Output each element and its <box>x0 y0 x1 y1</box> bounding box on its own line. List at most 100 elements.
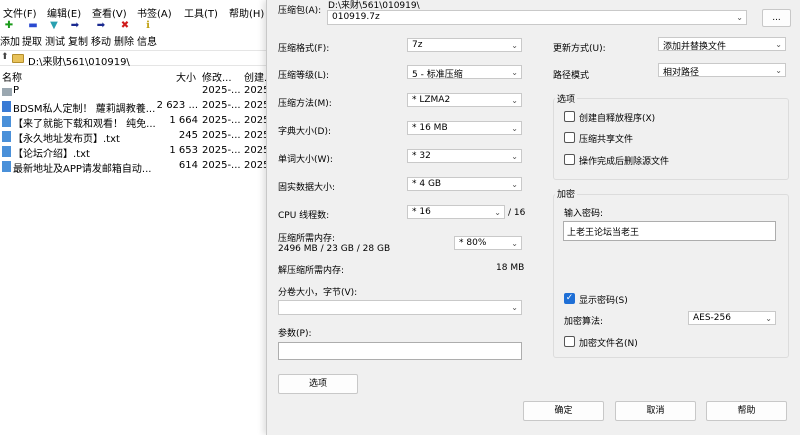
file-row[interactable]: 最新地址及APP请发邮箱自动... 614 2025-... 2025 <box>0 159 272 175</box>
password-value: 上老王论坛当老王 <box>567 228 640 238</box>
dict-label: 字典大小(D): <box>278 127 331 137</box>
cpu-total: / 16 <box>508 208 526 218</box>
options-button[interactable]: 选项 <box>278 374 358 394</box>
password-input[interactable]: 上老王论坛当老王 <box>563 221 776 241</box>
dict-select[interactable]: * 16 MB ⌄ <box>407 121 522 135</box>
test-button[interactable]: 测试 <box>45 33 65 48</box>
col-modified[interactable]: 修改... <box>202 69 232 84</box>
level-label: 压缩等级(L): <box>278 71 330 81</box>
ok-button[interactable]: 确定 <box>523 401 604 421</box>
chevron-down-icon: ⌄ <box>511 68 518 77</box>
folder-icon <box>2 88 12 96</box>
menu-file[interactable]: 文件(F) <box>3 5 37 20</box>
browse-button[interactable]: ... <box>762 9 791 27</box>
show-password-label: 显示密码(S) <box>579 296 628 306</box>
decomp-value: 18 MB <box>496 263 525 273</box>
params-input[interactable] <box>278 342 522 360</box>
file-row[interactable]: 【论坛介绍】.txt 1 653 2025-... 2025 <box>0 144 272 160</box>
chevron-down-icon: ⌄ <box>511 152 518 161</box>
file-modified: 2025-... <box>202 145 241 156</box>
menu-tools[interactable]: 工具(T) <box>184 5 218 20</box>
delete-source-checkbox[interactable] <box>564 154 575 165</box>
chevron-down-icon: ⌄ <box>511 303 518 312</box>
check-icon[interactable]: ▼ <box>49 21 59 31</box>
solid-select[interactable]: * 4 GB ⌄ <box>407 177 522 191</box>
toolbar-icons: ✚ ▬ ▼ ➡ ➡ ✖ ℹ <box>0 21 272 33</box>
mem-detail: 2496 MB / 23 GB / 28 GB <box>278 244 391 254</box>
file-row[interactable]: P 2025-... 2025 <box>0 84 272 99</box>
plus-icon[interactable]: ✚ <box>4 21 14 31</box>
path-mode-select[interactable]: 相对路径 ⌄ <box>658 63 786 78</box>
delete-x-icon[interactable]: ✖ <box>120 21 130 31</box>
copy-button[interactable]: 复制 <box>68 33 88 48</box>
menu-edit[interactable]: 编辑(E) <box>47 5 81 20</box>
file-name: 【来了就能下载和观看！ 纯免... <box>13 119 156 130</box>
move-button[interactable]: 移动 <box>91 33 111 48</box>
split-size-combo[interactable]: ⌄ <box>278 300 522 315</box>
current-path[interactable]: D:\来财\561\010919\ <box>28 53 130 68</box>
file-name: BDSM私人定制！ 蘿莉調教養... <box>13 104 156 115</box>
copy-arrow-icon[interactable]: ➡ <box>70 21 80 31</box>
menu-view[interactable]: 查看(V) <box>92 5 127 20</box>
file-name: 【论坛介绍】.txt <box>13 149 90 160</box>
shared-checkbox[interactable] <box>564 132 575 143</box>
word-select[interactable]: * 32 ⌄ <box>407 149 522 163</box>
format-select[interactable]: 7z ⌄ <box>407 38 522 52</box>
word-label: 单词大小(W): <box>278 155 333 165</box>
chevron-down-icon: ⌄ <box>765 314 772 323</box>
shared-label: 压缩共享文件 <box>579 135 634 145</box>
text-file-icon <box>2 161 11 172</box>
file-row[interactable]: 【来了就能下载和观看！ 纯免... 1 664 2025-... 2025 <box>0 114 272 130</box>
col-size[interactable]: 大小 <box>176 69 196 84</box>
show-password-checkbox[interactable]: ✓ <box>564 293 575 304</box>
file-name: P <box>13 85 20 96</box>
delete-button[interactable]: 删除 <box>114 33 134 48</box>
up-arrow-icon[interactable]: ⬆ <box>1 52 9 62</box>
sfx-checkbox[interactable] <box>564 111 575 122</box>
move-arrow-icon[interactable]: ➡ <box>96 21 106 31</box>
file-row[interactable]: 【永久地址发布页】.txt 245 2025-... 2025 <box>0 129 272 145</box>
method-label: 压缩方法(M): <box>278 99 332 109</box>
menu-help[interactable]: 帮助(H) <box>229 5 264 20</box>
file-name: 【永久地址发布页】.txt <box>13 134 120 145</box>
dict-value: * 16 MB <box>412 123 448 133</box>
minus-icon[interactable]: ▬ <box>28 21 38 31</box>
info-icon[interactable]: ℹ <box>143 21 153 31</box>
chevron-down-icon: ⌄ <box>736 13 743 22</box>
solid-value: * 4 GB <box>412 179 442 189</box>
mem-percent-select[interactable]: * 80% ⌄ <box>454 236 522 250</box>
level-value: 5 - 标准压缩 <box>412 70 463 80</box>
extract-button[interactable]: 提取 <box>22 33 42 48</box>
chevron-down-icon: ⌄ <box>511 41 518 50</box>
method-value: * LZMA2 <box>412 95 451 105</box>
file-modified: 2025-... <box>202 85 241 96</box>
file-name: 最新地址及APP请发邮箱自动... <box>13 164 152 175</box>
update-mode-select[interactable]: 添加并替换文件 ⌄ <box>658 37 786 52</box>
address-bar[interactable]: ⬆ D:\来财\561\010919\ <box>0 50 272 68</box>
cpu-select[interactable]: * 16 ⌄ <box>407 205 505 219</box>
format-value: 7z <box>412 40 423 50</box>
archive-name-combo[interactable]: 010919.7z ⌄ <box>327 10 747 25</box>
method-select[interactable]: * LZMA2 ⌄ <box>407 93 522 107</box>
password-label: 输入密码: <box>564 209 604 219</box>
info-button[interactable]: 信息 <box>137 33 157 48</box>
menu-bookmarks[interactable]: 书签(A) <box>137 5 172 20</box>
path-mode-label: 路径模式 <box>553 71 590 81</box>
level-select[interactable]: 5 - 标准压缩 ⌄ <box>407 65 522 80</box>
chevron-down-icon: ⌄ <box>511 180 518 189</box>
archive-file-icon <box>2 101 11 112</box>
enc-method-select[interactable]: AES-256 ⌄ <box>688 311 776 325</box>
help-button[interactable]: 帮助 <box>706 401 787 421</box>
file-size: 614 <box>178 160 198 171</box>
add-to-archive-dialog: 压缩包(A): D:\来财\561\010919\ 010919.7z ⌄ ..… <box>266 0 800 435</box>
add-button[interactable]: 添加 <box>0 33 20 48</box>
solid-label: 固实数据大小: <box>278 183 336 193</box>
chevron-down-icon: ⌄ <box>511 124 518 133</box>
col-name[interactable]: 名称 <box>2 69 22 84</box>
update-mode-label: 更新方式(U): <box>553 44 606 54</box>
cancel-button[interactable]: 取消 <box>615 401 696 421</box>
encrypt-names-checkbox[interactable] <box>564 336 575 347</box>
chevron-down-icon: ⌄ <box>511 96 518 105</box>
enc-method-label: 加密算法: <box>564 317 604 327</box>
file-row[interactable]: BDSM私人定制！ 蘿莉調教養... 2 623 ... 2025-... 20… <box>0 99 272 115</box>
